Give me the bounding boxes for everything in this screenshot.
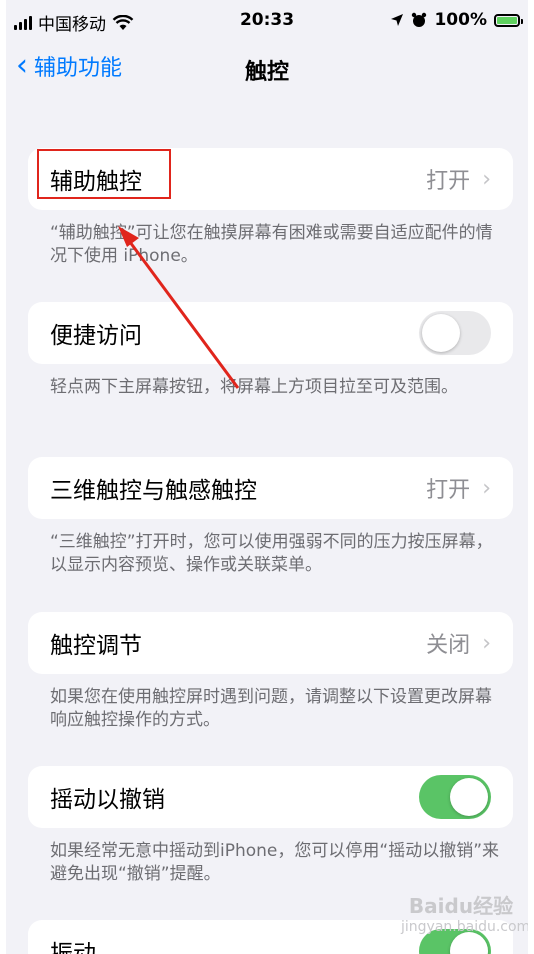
row-value: 打开 — [426, 169, 471, 194]
status-right: 100% — [390, 10, 523, 30]
reachability-toggle[interactable] — [419, 311, 491, 355]
location-icon — [391, 14, 404, 26]
watermark-line2: jingyan.baidu.com — [401, 919, 528, 935]
reachability-row: 便捷访问 — [28, 302, 513, 364]
settings-screen: 中国移动 20:33 100% ‹ 辅助功能 触控 辅助触控 打开 › “辅助触… — [6, 0, 528, 954]
page-title: 触控 — [244, 60, 289, 85]
highlight-box — [37, 149, 171, 199]
row-label: 便捷访问 — [50, 323, 142, 349]
toggle-knob — [422, 314, 460, 352]
row-label: 触控调节 — [50, 633, 142, 659]
3d-touch-row[interactable]: 三维触控与触感触控 打开 › — [28, 457, 513, 519]
navigation-bar: ‹ 辅助功能 触控 — [6, 42, 528, 92]
section-footer: 如果经常无意中摇动到iPhone，您可以停用“摇动以撤销”来避免出现“撤销”提醒… — [50, 841, 499, 884]
touch-accommodations-row[interactable]: 触控调节 关闭 › — [28, 612, 513, 674]
battery-icon — [494, 13, 523, 27]
alarm-icon — [412, 12, 427, 27]
row-value: 打开 — [426, 478, 471, 503]
battery-percent: 100% — [434, 10, 487, 30]
section-footer: “三维触控”打开时，您可以使用强弱不同的压力按压屏幕，以显示内容预览、操作或关联… — [50, 532, 493, 575]
section-footer: 如果您在使用触控屏时遇到问题，请调整以下设置更改屏幕响应触控操作的方式。 — [50, 687, 492, 730]
shake-to-undo-row: 摇动以撤销 — [28, 766, 513, 828]
status-bar: 中国移动 20:33 100% — [6, 0, 528, 42]
row-label: 三维触控与触感触控 — [50, 478, 257, 504]
watermark: Baidu经验 jingyan.baidu.com — [401, 890, 528, 938]
section-footer: 轻点两下主屏幕按钮，将屏幕上方项目拉至可及范围。 — [50, 377, 458, 397]
chevron-right-icon: › — [482, 630, 491, 656]
chevron-right-icon: › — [482, 166, 491, 192]
row-label: 振动 — [50, 941, 96, 954]
toggle-knob — [450, 778, 488, 816]
chevron-right-icon: › — [482, 475, 491, 501]
watermark-line1: Baidu经验 — [408, 894, 514, 918]
shake-to-undo-toggle[interactable] — [419, 775, 491, 819]
row-value: 关闭 — [426, 633, 471, 658]
section-footer: “辅助触控”可让您在触摸屏幕有困难或需要自适应配件的情况下使用 iPhone。 — [50, 223, 493, 266]
row-label: 摇动以撤销 — [50, 787, 165, 813]
